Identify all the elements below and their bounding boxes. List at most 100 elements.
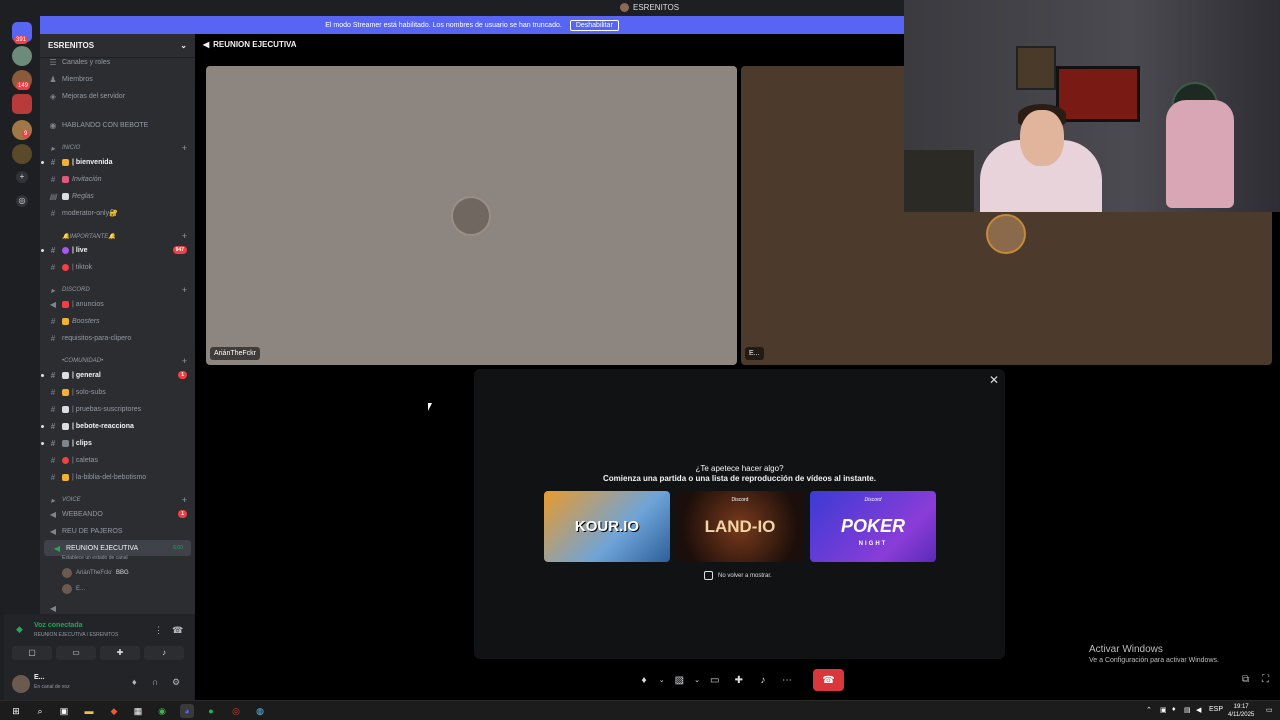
chevron-down-icon[interactable]: ⌄ bbox=[658, 669, 665, 691]
channel-pruebas[interactable]: # | pruebas-suscriptores bbox=[40, 401, 195, 417]
add-channel-icon[interactable]: + bbox=[182, 231, 187, 241]
sidebar-item-boosts[interactable]: ◈ Mejoras del servidor bbox=[40, 88, 195, 104]
search-icon[interactable]: ⌕ bbox=[33, 704, 47, 718]
category-icon: ▸ bbox=[50, 143, 55, 153]
hash-icon: # bbox=[50, 438, 56, 448]
channel-bienvenida[interactable]: # | bienvenida bbox=[40, 154, 195, 170]
screen-share-button[interactable]: ▭ bbox=[705, 669, 725, 691]
channel-live[interactable]: # | live 947 bbox=[40, 242, 195, 258]
volume-icon[interactable]: ◀ bbox=[1196, 706, 1201, 714]
add-channel-icon[interactable]: + bbox=[182, 143, 187, 153]
soundboard-icon[interactable]: ⋮ bbox=[154, 625, 163, 636]
voice-channel-webeando[interactable]: ◀ WEBEANDO 1 bbox=[40, 506, 195, 522]
chevron-down-icon[interactable]: ⌄ bbox=[693, 669, 700, 691]
voice-member-1[interactable]: AriánTheFckr BBG bbox=[62, 566, 129, 580]
channel-invitacion[interactable]: # Invitación bbox=[40, 171, 195, 187]
channel-reglas[interactable]: ▤ Reglas bbox=[40, 188, 195, 204]
channel-biblia[interactable]: # | la-biblia-del-bebotismo bbox=[40, 469, 195, 485]
steam-icon[interactable]: ◍ bbox=[253, 704, 267, 718]
hash-icon: # bbox=[50, 208, 56, 218]
disconnect-icon[interactable]: ☎ bbox=[172, 625, 183, 636]
add-channel-icon[interactable]: + bbox=[182, 356, 187, 366]
popout-icon[interactable]: ⧉ bbox=[1242, 674, 1249, 685]
tray-chevron-icon[interactable]: ⌃ bbox=[1146, 706, 1152, 714]
voice-channel-reunion[interactable]: ◀ REUNION EJECUTIVA 6:00 bbox=[44, 540, 191, 556]
mention-badge: 1 bbox=[178, 371, 187, 379]
hash-icon: # bbox=[50, 262, 56, 272]
channel-hablando[interactable]: ◉ HABLANDO CON BEBOTE bbox=[40, 117, 195, 133]
soundboard-button[interactable]: ♪ bbox=[753, 669, 773, 691]
add-server-icon[interactable]: + bbox=[16, 171, 28, 183]
server-icon-3[interactable] bbox=[12, 120, 32, 140]
fullscreen-icon[interactable]: ⛶ bbox=[1262, 674, 1269, 685]
activity-kour-io[interactable]: KOUR.IO bbox=[544, 491, 670, 562]
add-channel-icon[interactable]: + bbox=[182, 495, 187, 505]
dont-show-again-checkbox[interactable]: No volver a mostrar. bbox=[704, 571, 772, 580]
close-icon[interactable]: ✕ bbox=[989, 373, 999, 387]
signal-icon[interactable]: ◆ bbox=[16, 624, 23, 635]
file-explorer-icon[interactable]: ▬ bbox=[82, 704, 96, 718]
add-channel-icon[interactable]: + bbox=[182, 285, 187, 295]
camera-button[interactable]: ▢ bbox=[12, 646, 52, 660]
brave-icon[interactable]: ◆ bbox=[107, 704, 121, 718]
channel-status-prompt[interactable]: Establece un estado de canal bbox=[62, 555, 128, 561]
server-icon-1[interactable] bbox=[12, 46, 32, 66]
server-icon-esrenitos[interactable] bbox=[12, 94, 32, 114]
windows-start-icon[interactable]: ⊞ bbox=[9, 704, 23, 718]
channel-tiktok[interactable]: # | tiktok bbox=[40, 259, 195, 275]
checkbox-box[interactable] bbox=[704, 571, 713, 580]
notification-icon[interactable]: ▭ bbox=[1266, 706, 1273, 714]
channel-caletas[interactable]: # | caletas bbox=[40, 452, 195, 468]
sidebar-item-members[interactable]: ♟ Miembros bbox=[40, 71, 195, 87]
task-view-icon[interactable]: ▣ bbox=[57, 704, 71, 718]
soundboard-button[interactable]: ♪ bbox=[144, 646, 184, 660]
voice-member-2[interactable]: E... bbox=[62, 582, 85, 596]
obs-icon[interactable]: ◎ bbox=[229, 704, 243, 718]
avatar[interactable] bbox=[12, 675, 30, 693]
channel-clips[interactable]: # | clips bbox=[40, 435, 195, 451]
mention-badge: 947 bbox=[172, 246, 187, 254]
sidebar-item-channels-roles[interactable]: ☰ Canales y roles bbox=[40, 54, 195, 70]
user-count-badge: 1 bbox=[178, 510, 187, 518]
activity-poker-night[interactable]: Discord POKER NIGHT bbox=[810, 491, 936, 562]
channel-requisitos[interactable]: # requisitos-para-clipero bbox=[40, 330, 195, 346]
page-emoji bbox=[62, 192, 69, 200]
channel-boosters[interactable]: # Boosters bbox=[40, 313, 195, 329]
activities-button[interactable]: ✚ bbox=[729, 669, 749, 691]
chrome-icon[interactable]: ◉ bbox=[155, 704, 169, 718]
system-clock[interactable]: 19:17 4/11/2025 bbox=[1228, 703, 1254, 719]
spotify-icon[interactable]: ● bbox=[204, 704, 218, 718]
camera-off-button[interactable]: ▨ bbox=[669, 669, 689, 691]
network-icon[interactable]: ▤ bbox=[1184, 706, 1191, 714]
microphone-button[interactable]: ♦ bbox=[634, 669, 654, 691]
more-options-button[interactable]: ⋯ bbox=[777, 669, 797, 691]
hash-icon: # bbox=[50, 387, 56, 397]
channel-anuncios[interactable]: ◀ | anuncios bbox=[40, 296, 195, 312]
channel-general[interactable]: # | general 1 bbox=[40, 367, 195, 383]
chevron-down-icon: ⌄ bbox=[180, 41, 187, 50]
disable-streamer-button[interactable]: Deshabilitar bbox=[569, 19, 619, 31]
gear-icon[interactable]: ⚙ bbox=[172, 677, 180, 688]
server-icon-4[interactable] bbox=[12, 144, 32, 164]
activities-button[interactable]: ✚ bbox=[100, 646, 140, 660]
video-tile-1[interactable]: AriánTheFckr bbox=[206, 66, 737, 365]
microphone-icon[interactable]: ♦ bbox=[132, 677, 137, 687]
channel-moderator[interactable]: # moderator-only🔐 bbox=[40, 205, 195, 221]
channel-solo-subs[interactable]: # | solo-subs bbox=[40, 384, 195, 400]
warning-emoji bbox=[62, 158, 69, 166]
activity-land-io[interactable]: Discord LAND-IO bbox=[677, 491, 803, 562]
language-indicator[interactable]: ESP bbox=[1209, 706, 1223, 713]
headphones-icon[interactable]: ∩ bbox=[152, 677, 158, 687]
screen-share-button[interactable]: ▭ bbox=[56, 646, 96, 660]
explore-icon[interactable]: ◎ bbox=[16, 195, 28, 207]
voice-channel-path[interactable]: REUNION EJECUTIVA / ESRENITOS bbox=[34, 632, 118, 638]
tray-mic-icon[interactable]: ♦ bbox=[1172, 706, 1176, 713]
channel-bebote[interactable]: # | bebote-reacciona bbox=[40, 418, 195, 434]
store-icon[interactable]: ▦ bbox=[131, 704, 145, 718]
voice-channel-extra[interactable]: ◀ bbox=[40, 600, 195, 614]
tray-app-icon[interactable]: ▣ bbox=[1160, 706, 1167, 714]
voice-channel-reu[interactable]: ◀ REU DE PAJEROS bbox=[40, 523, 195, 539]
discord-icon[interactable]: ◕ bbox=[180, 704, 194, 718]
speaker-icon: ◀ bbox=[49, 603, 57, 613]
leave-call-button[interactable]: ☎ bbox=[812, 669, 844, 691]
